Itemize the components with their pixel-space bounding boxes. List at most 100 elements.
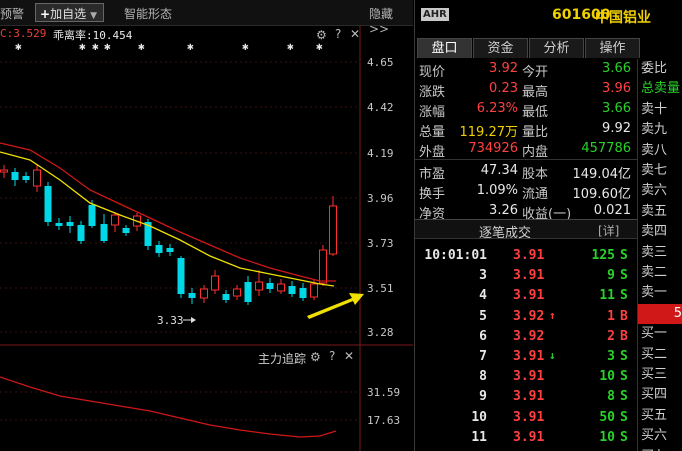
price-axis-label: 4.19 — [367, 147, 394, 160]
trade-time: 10 — [471, 409, 487, 425]
candle-body — [44, 186, 52, 222]
candle-body — [310, 283, 318, 298]
trade-row: 10:01:01 3.91 125 S — [415, 246, 637, 266]
stat-value: 3.66 — [602, 101, 631, 116]
tab-operation[interactable]: 操作 — [585, 38, 640, 58]
trade-row: 5 3.92 ↑ 1 B — [415, 307, 637, 327]
sub-chart-settings-icon[interactable]: ⚙ — [310, 350, 321, 364]
tab-handicap[interactable]: 盘口 — [417, 38, 472, 58]
signal-star-icon: ✱ — [287, 40, 294, 53]
trade-volume: 10 — [599, 429, 615, 445]
quote-panel: AHR 601600 中国铝业 盘口 资金 分析 操作 现价 3.92 今开 3.66… — [414, 0, 682, 451]
trade-row: 8 3.91 10 S — [415, 367, 637, 387]
orderbook-label[interactable]: 买二 — [638, 345, 682, 365]
candle-body — [319, 249, 327, 284]
sub-axis-label: 31.59 — [367, 386, 400, 399]
stat-label: 总量 — [419, 125, 446, 140]
orderbook-label[interactable]: 卖九 — [638, 120, 682, 140]
stat-value: 3.92 — [489, 61, 518, 76]
signal-star-icon: ✱ — [79, 40, 86, 53]
trade-side: S — [620, 288, 628, 304]
stat-label: 内盘 — [522, 145, 549, 160]
stat-row: 总量 119.27万 量比 9.92 — [415, 119, 637, 140]
signal-star-icon: ✱ — [104, 40, 111, 53]
trade-direction-icon: ↑ — [549, 308, 556, 322]
stat-value: 149.04亿 — [572, 167, 632, 182]
stat-row: 现价 3.92 今开 3.66 — [415, 59, 637, 80]
trade-volume: 9 — [607, 268, 615, 284]
stat-label: 量比 — [522, 125, 549, 140]
candle-body — [266, 283, 274, 289]
kline-chart-panel: 预警 +加自选 ▼ 智能形态 隐藏>> C:3.529 乖离率:10.454 ⚙ … — [0, 0, 413, 451]
signal-star-icon: ✱ — [242, 40, 249, 53]
trade-price: 3.92 — [513, 328, 545, 344]
orderbook-label[interactable]: 卖五 — [638, 202, 682, 222]
candle-body — [122, 228, 130, 233]
trade-time: 6 — [479, 328, 487, 344]
orderbook-label[interactable]: 卖八 — [638, 141, 682, 161]
orderbook-label[interactable]: 买六 — [638, 426, 682, 446]
tab-analysis[interactable]: 分析 — [529, 38, 584, 58]
orderbook-label[interactable]: 买三 — [638, 365, 682, 385]
tab-funds[interactable]: 资金 — [473, 38, 528, 58]
trade-time: 5 — [479, 308, 487, 324]
trade-volume: 2 — [607, 328, 615, 344]
sub-axis-label: 17.63 — [367, 414, 400, 427]
current-price-marker: 5 — [638, 303, 682, 324]
candle-body — [188, 293, 196, 298]
trade-side: S — [620, 268, 628, 284]
orderbook-label[interactable]: 买一 — [638, 324, 682, 344]
stat-label: 最高 — [522, 85, 549, 100]
orderbook-label[interactable]: 卖七 — [638, 161, 682, 181]
stat-row: 涨跌 0.23 最高 3.96 — [415, 79, 637, 100]
stat-label: 今开 — [522, 65, 549, 80]
signal-star-icon: ✱ — [138, 40, 145, 53]
orderbook-label[interactable]: 卖一 — [638, 283, 682, 303]
ahr-badge[interactable]: AHR — [421, 8, 449, 21]
sub-chart-help-icon[interactable]: ? — [329, 349, 335, 363]
orderbook-label[interactable]: 买五 — [638, 406, 682, 426]
quote-header: AHR 601600 中国铝业 — [415, 0, 682, 32]
orderbook-label[interactable]: 卖四 — [638, 222, 682, 242]
orderbook-label[interactable]: 总卖量 — [638, 79, 682, 99]
trade-price: 3.91 — [513, 369, 545, 385]
orderbook-label[interactable]: 委比 — [638, 59, 682, 79]
candle-body — [166, 248, 174, 252]
stat-value: 9.92 — [602, 121, 631, 136]
stat-value: 1.09% — [476, 183, 518, 198]
trade-time: 4 — [479, 288, 487, 304]
candle-body — [222, 294, 230, 300]
orderbook-label[interactable]: 卖三 — [638, 243, 682, 263]
candle-body — [33, 169, 41, 187]
candle-body — [22, 176, 30, 180]
price-axis-label: 3.73 — [367, 237, 394, 250]
sub-chart-title: 主力追踪 — [258, 352, 307, 366]
trade-time: 9 — [479, 389, 487, 405]
trade-time: 11 — [471, 429, 487, 445]
orderbook-label[interactable]: 买四 — [638, 385, 682, 405]
orderbook-label[interactable]: 卖十 — [638, 100, 682, 120]
quote-tabs: 盘口 资金 分析 操作 — [415, 38, 640, 58]
orderbook-label[interactable]: 卖二 — [638, 263, 682, 283]
signal-star-icon: ✱ — [316, 40, 323, 53]
trade-row: 7 3.91 ↓ 3 S — [415, 347, 637, 367]
stats-divider — [415, 159, 637, 160]
kline-chart[interactable]: 4.65 4.42 4.19 3.96 3.73 3.51 3.28 ✱ ✱ ✱ ✱ ✱ ✱ ✱ ✱ ✱ 3.3… — [0, 0, 413, 451]
trade-price: 3.91 — [513, 429, 545, 445]
sub-chart-close-icon[interactable]: ✕ — [344, 349, 354, 363]
stat-value: 0.021 — [593, 203, 631, 218]
candle-body — [155, 245, 163, 253]
trade-side: S — [620, 429, 628, 445]
stat-value: 109.60亿 — [572, 187, 632, 202]
trade-volume: 11 — [599, 288, 615, 304]
candle-body — [0, 169, 8, 173]
orderbook-label[interactable]: 卖六 — [638, 181, 682, 201]
candle-body — [255, 281, 263, 291]
orderbook-label[interactable]: 买七 — [638, 447, 682, 451]
trade-side: S — [620, 349, 628, 364]
trades-detail-button[interactable]: [详] — [598, 222, 619, 239]
trade-row: 11 3.91 10 S — [415, 428, 637, 448]
stat-row: 换手 1.09% 流通 109.60亿 — [415, 181, 637, 202]
trade-volume: 8 — [607, 389, 615, 405]
trade-row: 4 3.91 11 S — [415, 286, 637, 306]
